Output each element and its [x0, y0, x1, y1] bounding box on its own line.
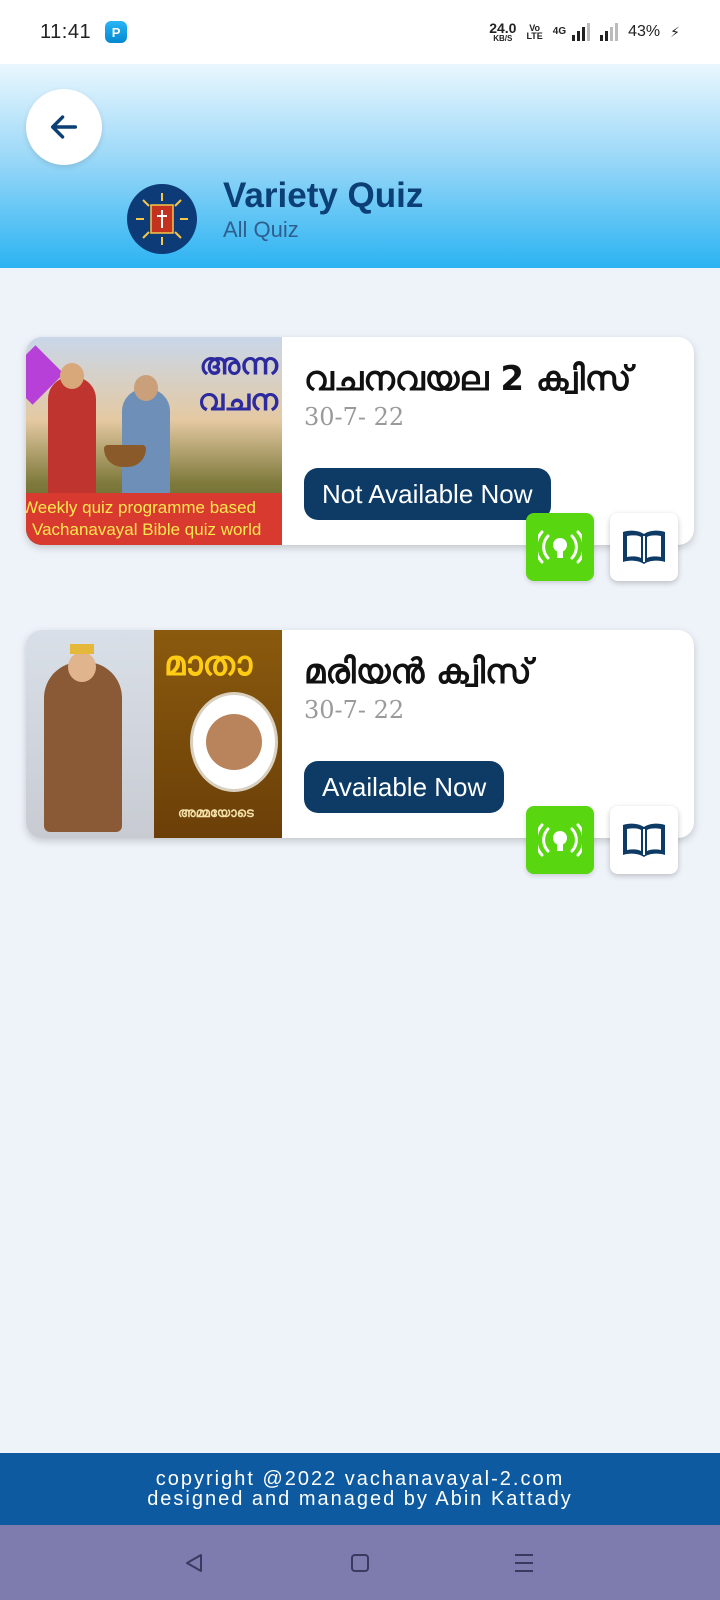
thumbnail-overlay-text: അന്ന വചന [198, 347, 278, 419]
live-button[interactable] [526, 806, 594, 874]
nav-menu-icon [515, 1554, 533, 1572]
cross-logo-icon [136, 193, 188, 245]
back-button[interactable] [26, 89, 102, 165]
footer-credits: designed and managed by Abin Kattady [147, 1488, 573, 1510]
thumbnail-crown [70, 644, 94, 654]
page-subtitle: All Quiz [223, 217, 299, 242]
open-book-icon [623, 823, 665, 857]
status-right: 24.0 KB/S Vo LTE 4G 43% ⚡ [489, 20, 680, 43]
live-button[interactable] [526, 513, 594, 581]
thumbnail-figure-head [134, 375, 158, 401]
arrow-left-icon [50, 115, 78, 139]
thumbnail-left-panel [26, 630, 154, 838]
quiz-card[interactable]: മാതാ അമ്മയോടെ മരിയൻ ക്വിസ് 30-7- 22 Avai… [26, 630, 694, 874]
thumbnail-figure [48, 377, 96, 495]
read-button[interactable] [610, 513, 678, 581]
thumbnail-right-panel: മാതാ അമ്മയോടെ [154, 630, 282, 838]
quiz-date: 30-7- 22 [304, 403, 405, 431]
thumbnail-overlay-line2: വചന [197, 383, 278, 418]
header: Variety Quiz All Quiz [0, 64, 720, 268]
app-logo [127, 184, 197, 254]
quiz-thumbnail-art: മാതാ അമ്മയോടെ [26, 630, 282, 838]
live-broadcast-icon [538, 823, 582, 857]
thumbnail-banner: Weekly quiz programme based Vachanavayal… [26, 493, 282, 545]
quiz-thumbnail: അന്ന വചന Weekly quiz programme based Vac… [26, 337, 282, 545]
nav-menu-button[interactable] [508, 1547, 540, 1579]
thumbnail-figure-head [68, 652, 96, 682]
open-book-icon [623, 530, 665, 564]
network-speed-unit: KB/S [493, 33, 513, 43]
nav-home-icon [351, 1554, 369, 1572]
charging-icon: ⚡ [670, 23, 680, 40]
battery-percent: 43% [628, 23, 661, 40]
volte-icon: Vo LTE [526, 23, 543, 41]
footer: copyright @2022 vachanavayal-2.com desig… [0, 1453, 720, 1525]
quiz-thumbnail: മാതാ അമ്മയോടെ [26, 630, 282, 838]
availability-button[interactable]: Available Now [304, 761, 505, 813]
thumbnail-figure [122, 389, 170, 497]
thumbnail-figure [44, 662, 122, 832]
signal-strength-icon-2 [600, 23, 619, 41]
live-broadcast-icon [538, 530, 582, 564]
quiz-date: 30-7- 22 [304, 696, 405, 724]
network-speed: 24.0 KB/S [489, 20, 517, 43]
network-speed-value: 24.0 [489, 20, 517, 37]
read-button[interactable] [610, 806, 678, 874]
quiz-card[interactable]: അന്ന വചന Weekly quiz programme based Vac… [26, 337, 694, 581]
thumbnail-portrait [206, 714, 262, 770]
thumbnail-banner-line2: Vachanavayal Bible quiz world [32, 520, 262, 539]
status-left: 11:41 P [40, 20, 128, 44]
quiz-thumbnail-art: അന്ന വചന Weekly quiz programme based Vac… [26, 337, 282, 545]
nav-back-icon [186, 1554, 202, 1572]
system-nav-bar [0, 1525, 720, 1600]
status-bar: 11:41 P 24.0 KB/S Vo LTE 4G 43% ⚡ [0, 0, 720, 64]
network-type: 4G [552, 26, 567, 38]
nav-home-button[interactable] [344, 1547, 376, 1579]
nav-back-button[interactable] [178, 1547, 210, 1579]
app-notification-icon: P [105, 21, 128, 43]
footer-copyright: copyright @2022 vachanavayal-2.com [155, 1468, 565, 1490]
thumbnail-overlay-line2: അമ്മയോടെ [178, 806, 254, 821]
status-time: 11:41 [40, 20, 92, 43]
page-title: Variety Quiz [223, 176, 424, 215]
signal-strength-icon [572, 23, 591, 41]
availability-button[interactable]: Not Available Now [304, 468, 551, 520]
thumbnail-medallion [190, 692, 278, 792]
quiz-title: വചനവയല 2 ക്വിസ് [304, 359, 632, 399]
thumbnail-overlay-line1: അന്ന [199, 347, 278, 382]
thumbnail-banner-line1: Weekly quiz programme based [26, 498, 257, 517]
volte-bottom: LTE [526, 31, 543, 41]
thumbnail-figure-head [60, 363, 84, 389]
thumbnail-overlay-line1: മാതാ [164, 644, 253, 684]
quiz-title: മരിയൻ ക്വിസ് [304, 652, 532, 692]
